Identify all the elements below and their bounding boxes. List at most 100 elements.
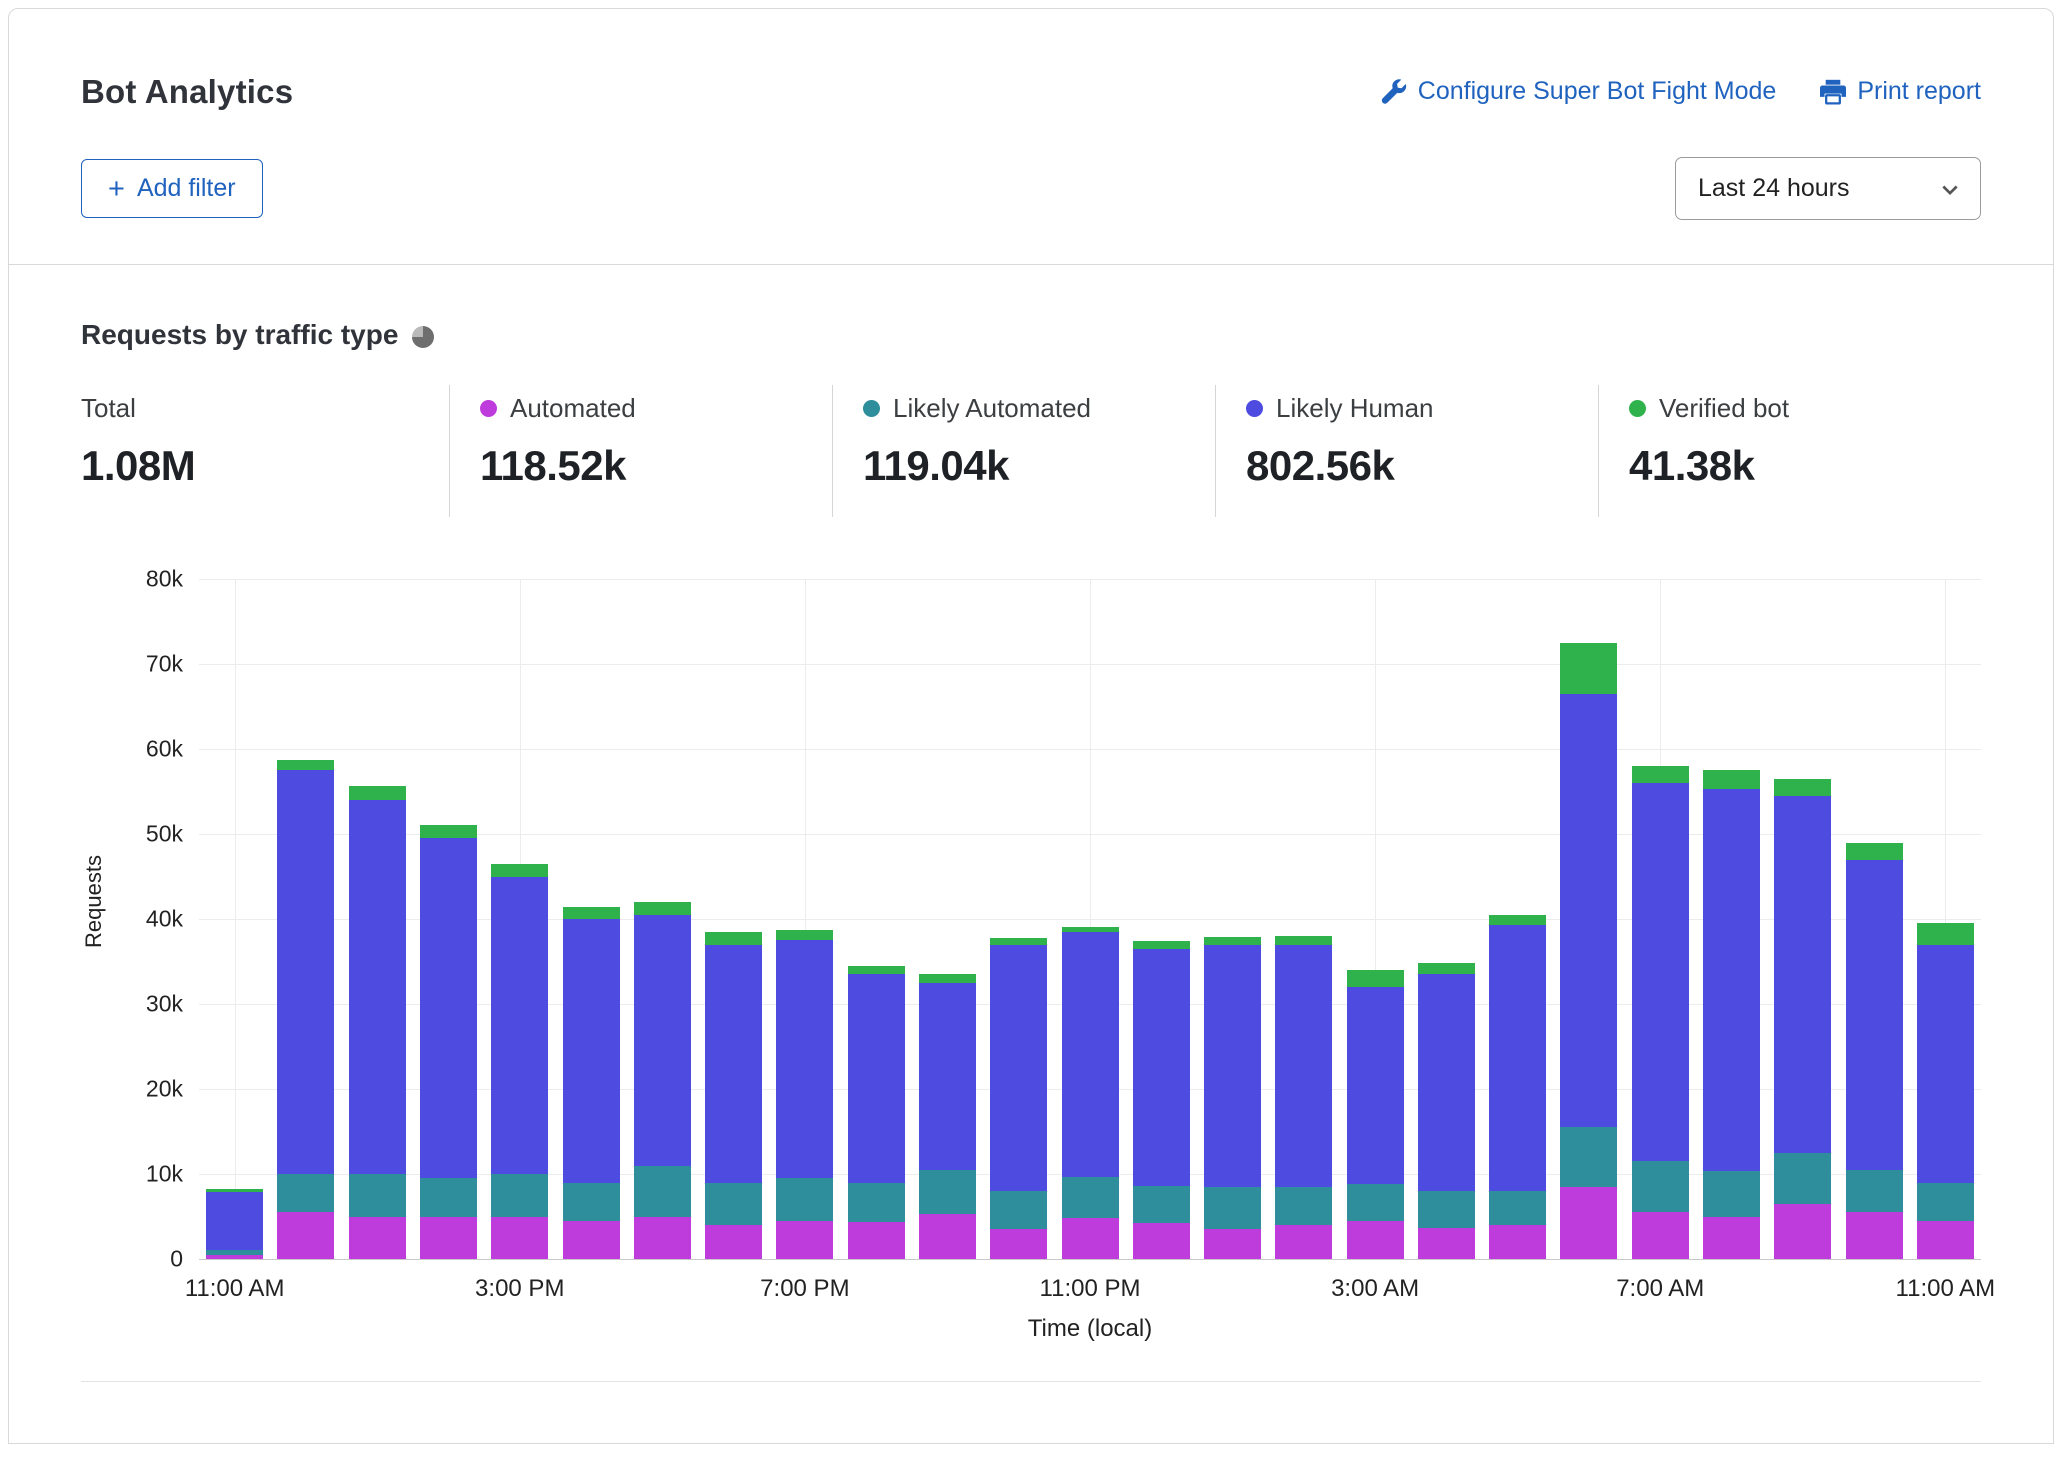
bar[interactable] (1126, 579, 1197, 1259)
add-filter-button[interactable]: + Add filter (81, 159, 263, 218)
time-range-value: Last 24 hours (1698, 174, 1850, 203)
bar[interactable] (342, 579, 413, 1259)
bar[interactable] (1910, 579, 1981, 1259)
bar-segment-automated (1489, 1225, 1546, 1259)
bar-segment-verified-bot (1560, 643, 1617, 694)
bar-segment-likely-automated (491, 1174, 548, 1217)
section-title: Requests by traffic type (81, 319, 398, 351)
stat-verified-bot-label: Verified bot (1659, 393, 1789, 424)
bar-segment-likely-automated (1062, 1177, 1119, 1218)
bar-segment-verified-bot (1632, 766, 1689, 783)
bar-segment-likely-human (1133, 949, 1190, 1186)
bar[interactable] (1054, 579, 1125, 1259)
bar[interactable] (1696, 579, 1767, 1259)
bar-segment-automated (1275, 1225, 1332, 1259)
bar-segment-verified-bot (420, 825, 477, 839)
bar-segment-likely-automated (1418, 1191, 1475, 1228)
time-range-select[interactable]: Last 24 hours (1675, 157, 1981, 220)
x-tick-label: 7:00 PM (760, 1275, 849, 1303)
bar[interactable] (1340, 579, 1411, 1259)
bar-segment-likely-automated (1204, 1187, 1261, 1230)
bar[interactable] (484, 579, 555, 1259)
bar[interactable] (912, 579, 983, 1259)
bar-segment-verified-bot (919, 974, 976, 983)
bar-segment-likely-automated (1632, 1161, 1689, 1212)
stat-likely-human[interactable]: Likely Human 802.56k (1215, 385, 1598, 517)
bar-segment-likely-automated (919, 1170, 976, 1214)
bar-segment-likely-human (1632, 783, 1689, 1161)
bar-segment-likely-automated (420, 1178, 477, 1216)
plus-icon: + (108, 179, 125, 199)
bar-segment-likely-automated (1489, 1191, 1546, 1225)
bar-segment-automated (420, 1217, 477, 1260)
y-tick-label: 80k (146, 566, 183, 593)
x-tick-label: 11:00 PM (1040, 1275, 1141, 1303)
bar[interactable] (841, 579, 912, 1259)
printer-icon (1820, 79, 1846, 105)
bar-segment-likely-automated (1917, 1183, 1974, 1221)
likely-human-dot-icon (1246, 400, 1263, 417)
bar-segment-verified-bot (1774, 779, 1831, 796)
bar-segment-likely-human (1703, 789, 1760, 1172)
x-axis-title: Time (local) (199, 1315, 1981, 1343)
page-title: Bot Analytics (81, 73, 293, 111)
bar[interactable] (1767, 579, 1838, 1259)
configure-link-label: Configure Super Bot Fight Mode (1418, 77, 1777, 106)
bar-segment-automated (1347, 1221, 1404, 1259)
bar-segment-automated (491, 1217, 548, 1260)
bar[interactable] (1411, 579, 1482, 1259)
bar-segment-verified-bot (705, 932, 762, 945)
bar[interactable] (199, 579, 270, 1259)
add-filter-label: Add filter (137, 174, 236, 203)
bar-segment-automated (1774, 1204, 1831, 1259)
bar-segment-likely-human (349, 800, 406, 1174)
bar[interactable] (1553, 579, 1624, 1259)
bar-segment-likely-automated (1846, 1170, 1903, 1213)
bar-segment-automated (919, 1214, 976, 1259)
stat-likely-human-label: Likely Human (1276, 393, 1434, 424)
chevron-down-icon (1942, 174, 1958, 203)
stat-likely-automated[interactable]: Likely Automated 119.04k (832, 385, 1215, 517)
bar-segment-likely-automated (1560, 1127, 1617, 1187)
traffic-type-legend: Total 1.08M Automated 118.52k Likely Aut… (81, 385, 1981, 517)
y-tick-label: 70k (146, 651, 183, 678)
bar[interactable] (1838, 579, 1909, 1259)
x-tick-label: 7:00 AM (1616, 1275, 1704, 1303)
bar-segment-verified-bot (1489, 915, 1546, 925)
y-tick-label: 20k (146, 1076, 183, 1103)
section-divider (81, 1381, 1981, 1382)
content: Requests by traffic type Total 1.08M Aut… (9, 265, 2053, 1382)
bar[interactable] (1625, 579, 1696, 1259)
automated-dot-icon (480, 400, 497, 417)
y-tick-label: 0 (170, 1246, 183, 1273)
verified-bot-dot-icon (1629, 400, 1646, 417)
bar[interactable] (1482, 579, 1553, 1259)
bar[interactable] (1268, 579, 1339, 1259)
bar[interactable] (627, 579, 698, 1259)
bar-segment-automated (634, 1217, 691, 1260)
bar-segment-likely-automated (848, 1183, 905, 1223)
print-report-link[interactable]: Print report (1820, 77, 1981, 106)
stat-automated[interactable]: Automated 118.52k (449, 385, 832, 517)
bar-segment-likely-human (634, 915, 691, 1166)
bar[interactable] (698, 579, 769, 1259)
bar[interactable] (1197, 579, 1268, 1259)
bar-segment-likely-automated (563, 1183, 620, 1221)
bar-segment-likely-human (491, 877, 548, 1175)
stat-automated-value: 118.52k (480, 442, 802, 490)
bar-segment-verified-bot (634, 902, 691, 915)
bar[interactable] (769, 579, 840, 1259)
bar[interactable] (555, 579, 626, 1259)
configure-super-bot-fight-mode-link[interactable]: Configure Super Bot Fight Mode (1381, 77, 1777, 106)
bar-segment-automated (1632, 1212, 1689, 1259)
bar[interactable] (983, 579, 1054, 1259)
bar-segment-likely-human (206, 1192, 263, 1250)
bar-segment-likely-human (776, 940, 833, 1178)
bar-segment-verified-bot (1917, 923, 1974, 944)
y-tick-label: 50k (146, 821, 183, 848)
bar[interactable] (413, 579, 484, 1259)
stat-total[interactable]: Total 1.08M (81, 385, 449, 517)
stat-verified-bot[interactable]: Verified bot 41.38k (1598, 385, 1981, 517)
bar[interactable] (270, 579, 341, 1259)
bar-segment-verified-bot (1418, 963, 1475, 974)
